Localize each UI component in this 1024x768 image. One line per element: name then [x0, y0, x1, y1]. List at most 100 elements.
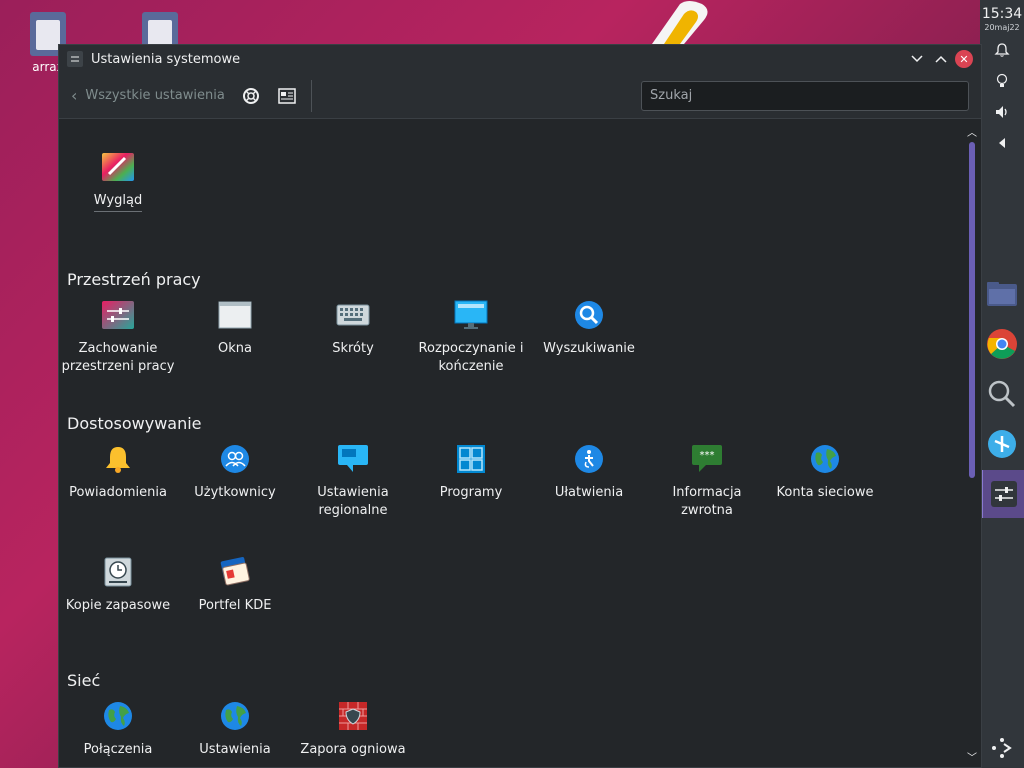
module-search[interactable]: Wyszukiwanie: [530, 298, 648, 358]
module-label: Skróty: [332, 341, 374, 356]
module-feedback[interactable]: *** Informacja zwrotna: [648, 442, 766, 520]
module-label: Zachowanie przestrzeni pracy: [61, 341, 175, 374]
module-label: Powiadomienia: [69, 485, 167, 500]
module-label: Wyszukiwanie: [543, 341, 635, 356]
module-users[interactable]: Użytkownicy: [176, 442, 294, 502]
back-label: Wszystkie ustawienia: [85, 88, 225, 103]
module-kde-wallet[interactable]: Portfel KDE: [176, 555, 294, 615]
search-box[interactable]: [641, 80, 969, 111]
speech-bubble-icon: [336, 442, 370, 476]
plane-icon: [988, 430, 1016, 458]
module-label: Portfel KDE: [198, 598, 272, 613]
view-mode-icon[interactable]: [277, 86, 297, 106]
module-online-accounts[interactable]: Konta sieciowe: [766, 442, 884, 502]
task-discover[interactable]: [980, 420, 1024, 468]
module-notifications[interactable]: Powiadomienia: [59, 442, 177, 502]
wallet-icon: [218, 555, 252, 589]
close-icon: ✕: [959, 52, 969, 66]
scroll-up-arrow[interactable]: ︿: [963, 124, 981, 139]
close-button[interactable]: ✕: [955, 50, 973, 68]
task-launcher[interactable]: [980, 728, 1024, 768]
scroll-thumb[interactable]: [969, 142, 975, 478]
window-icon: [218, 298, 252, 332]
wallpaper-logo: [652, 1, 708, 44]
expand-tray-icon[interactable]: [992, 133, 1012, 153]
firewall-icon: [336, 699, 370, 733]
globe-icon: [808, 442, 842, 476]
chevron-down-icon: [911, 55, 923, 63]
module-network-settings[interactable]: Ustawienia: [176, 699, 294, 759]
module-accessibility[interactable]: Ułatwienia: [530, 442, 648, 502]
bell-icon[interactable]: [992, 40, 1012, 60]
svg-text:***: ***: [700, 450, 715, 461]
section-title-personalization: Dostosowywanie: [67, 414, 202, 433]
task-system-settings[interactable]: [980, 470, 1024, 518]
module-label: Informacja zwrotna: [672, 485, 742, 518]
toolbar: ‹ Wszystkie ustawienia: [59, 73, 981, 119]
module-label: Połączenia: [83, 742, 153, 757]
module-startup-shutdown[interactable]: Rozpoczynanie i kończenie: [412, 298, 530, 376]
module-label: Rozpoczynanie i kończenie: [418, 341, 524, 374]
module-firewall[interactable]: Zapora ogniowa: [294, 699, 412, 759]
section-title-network: Sieć: [67, 671, 101, 690]
settings-grid: Wygląd Przestrzeń pracy Zachowanie przes…: [59, 120, 963, 767]
globe-icon: [218, 699, 252, 733]
vertical-scrollbar[interactable]: ︿ ﹀: [963, 120, 981, 767]
side-panel: 15:34 20maj22: [980, 0, 1024, 768]
users-icon: [218, 442, 252, 476]
backup-clock-icon: [101, 555, 135, 589]
launcher-icon: [992, 738, 1012, 758]
lightbulb-icon[interactable]: [992, 71, 1012, 91]
volume-icon[interactable]: [992, 102, 1012, 122]
module-label: Ułatwienia: [554, 485, 624, 500]
settings-app-icon: [67, 51, 83, 67]
module-backups[interactable]: Kopie zapasowe: [59, 555, 177, 615]
module-label: Okna: [218, 341, 252, 356]
task-file-manager[interactable]: [980, 270, 1024, 318]
system-settings-window: Ustawienia systemowe ✕ ‹ Wszystkie ustaw…: [58, 44, 982, 768]
module-workspace-behavior[interactable]: Zachowanie przestrzeni pracy: [59, 298, 177, 376]
module-appearance[interactable]: Wygląd: [59, 150, 177, 212]
grid-icon: [454, 442, 488, 476]
titlebar[interactable]: Ustawienia systemowe ✕: [59, 45, 981, 73]
date: 20maj22: [984, 23, 1020, 32]
scroll-down-arrow[interactable]: ﹀: [963, 749, 981, 764]
module-label: Ustawienia: [199, 742, 271, 757]
globe-icon: [101, 699, 135, 733]
module-windows[interactable]: Okna: [176, 298, 294, 358]
task-search[interactable]: [980, 370, 1024, 418]
chevron-left-icon: ‹: [71, 86, 78, 105]
search-icon: [572, 298, 606, 332]
feedback-icon: ***: [690, 442, 724, 476]
module-label: Konta sieciowe: [776, 485, 874, 500]
module-label: Użytkownicy: [194, 485, 276, 500]
appearance-icon: [101, 150, 135, 184]
module-label: Programy: [439, 485, 503, 500]
module-regional-settings[interactable]: Ustawienia regionalne: [294, 442, 412, 520]
module-label: Wygląd: [93, 192, 143, 212]
monitor-icon: [454, 298, 488, 332]
back-button[interactable]: ‹ Wszystkie ustawienia: [71, 86, 225, 105]
section-title-workspace: Przestrzeń pracy: [67, 270, 201, 289]
chrome-icon: [987, 329, 1017, 359]
keyboard-icon: [336, 298, 370, 332]
folder-icon: [987, 282, 1017, 306]
search-input[interactable]: [650, 88, 960, 103]
toolbar-separator: [310, 79, 312, 112]
chevron-up-icon: [935, 55, 947, 63]
window-title: Ustawienia systemowe: [91, 51, 241, 67]
help-icon[interactable]: [241, 86, 261, 106]
task-chrome[interactable]: [980, 320, 1024, 368]
module-connections[interactable]: Połączenia: [59, 699, 177, 759]
minimize-button[interactable]: [907, 49, 927, 69]
maximize-button[interactable]: [931, 49, 951, 69]
accessibility-icon: [572, 442, 606, 476]
module-label: Ustawienia regionalne: [317, 485, 389, 518]
module-label: Zapora ogniowa: [300, 742, 406, 757]
search-icon: [988, 380, 1016, 408]
clock[interactable]: 15:34: [982, 6, 1022, 22]
bell-icon: [101, 442, 135, 476]
module-shortcuts[interactable]: Skróty: [294, 298, 412, 358]
module-applications[interactable]: Programy: [412, 442, 530, 502]
module-label: Kopie zapasowe: [65, 598, 171, 613]
